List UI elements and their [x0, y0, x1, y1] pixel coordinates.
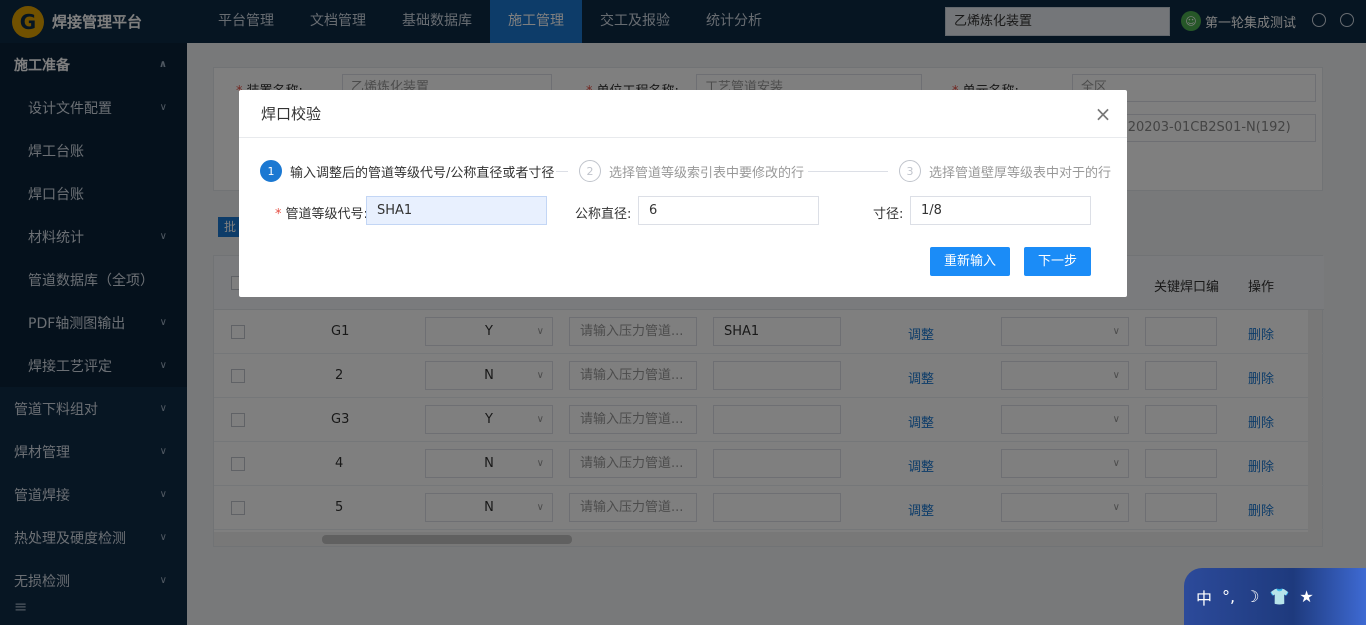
step-number: 1: [260, 160, 282, 182]
close-icon[interactable]: ×: [1093, 104, 1113, 124]
steps: 1 输入调整后的管道等级代号/公称直径或者寸径 2 选择管道等级索引表中要修改的…: [260, 160, 1111, 184]
dialog-title: 焊口校验: [239, 90, 1127, 138]
ime-toolbar[interactable]: 中 °, ☽ 👕 ★: [1184, 568, 1366, 625]
ime-mode-icon[interactable]: 中: [1196, 585, 1212, 609]
ime-moon-icon[interactable]: ☽: [1245, 587, 1259, 606]
reset-button[interactable]: 重新输入: [930, 247, 1010, 276]
step-1: 1 输入调整后的管道等级代号/公称直径或者寸径: [260, 160, 554, 182]
step-connector: [808, 171, 888, 172]
pipe-grade-label: * 管道等级代号:: [275, 207, 368, 222]
step-connector: [556, 171, 568, 172]
ime-skin-icon[interactable]: 👕: [1269, 587, 1289, 606]
nominal-diameter-input[interactable]: 6: [638, 196, 819, 225]
ime-punctuation-icon[interactable]: °,: [1222, 587, 1235, 606]
step-2: 2 选择管道等级索引表中要修改的行: [579, 160, 804, 182]
step-number: 2: [579, 160, 601, 182]
pipe-grade-input[interactable]: SHA1: [366, 196, 547, 225]
step-label: 选择管道壁厚等级表中对于的行: [929, 165, 1112, 181]
inch-diameter-label: 寸径:: [873, 207, 904, 222]
ime-star-icon[interactable]: ★: [1299, 587, 1313, 606]
step-label: 输入调整后的管道等级代号/公称直径或者寸径: [290, 165, 555, 181]
step-number: 3: [899, 160, 921, 182]
next-step-button[interactable]: 下一步: [1024, 247, 1091, 276]
nominal-diameter-label: 公称直径:: [575, 207, 632, 222]
adjust-form: * 管道等级代号: SHA1 公称直径: 6 寸径: 1/8: [239, 196, 1127, 226]
step-label: 选择管道等级索引表中要修改的行: [609, 165, 805, 181]
weld-check-dialog: 焊口校验 × 1 输入调整后的管道等级代号/公称直径或者寸径 2 选择管道等级索…: [239, 90, 1127, 297]
step-3: 3 选择管道壁厚等级表中对于的行: [899, 160, 1111, 182]
inch-diameter-input[interactable]: 1/8: [910, 196, 1091, 225]
